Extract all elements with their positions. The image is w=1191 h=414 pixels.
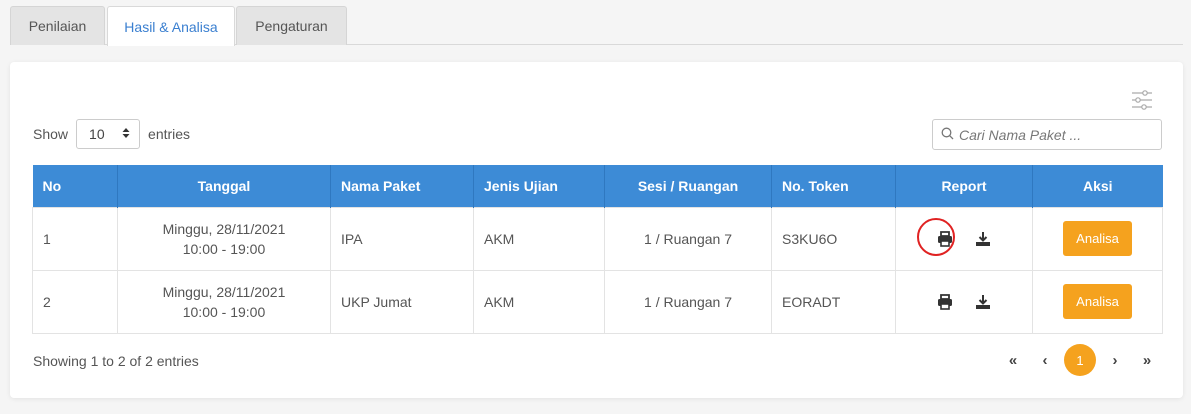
cell-aksi: Analisa — [1032, 206, 1163, 271]
table-row: 2 Minggu, 28/11/2021 10:00 - 19:00 UKP J… — [32, 269, 1163, 334]
download-icon[interactable] — [974, 293, 992, 311]
tab-hasil-analisa[interactable]: Hasil & Analisa — [107, 6, 235, 46]
cell-token: EORADT — [771, 269, 896, 334]
cell-no: 2 — [32, 269, 118, 334]
page-1-button[interactable]: 1 — [1064, 344, 1096, 376]
cell-nama-paket: UKP Jumat — [330, 269, 474, 334]
entries-select[interactable]: 10 — [76, 119, 141, 149]
entries-label: entries — [148, 126, 191, 142]
header-aksi: Aksi — [1032, 165, 1163, 207]
tab-bar: Penilaian Hasil & Analisa Pengaturan — [10, 6, 1183, 46]
sliders-icon[interactable] — [1130, 89, 1154, 111]
results-table: No Tanggal Nama Paket Jenis Ujian Sesi /… — [32, 165, 1163, 334]
analisa-button[interactable]: Analisa — [1063, 284, 1132, 319]
print-wrapper — [917, 218, 962, 257]
cell-date: Minggu, 28/11/2021 — [162, 283, 286, 300]
search-input[interactable] — [959, 126, 1154, 143]
header-no[interactable]: No — [32, 165, 118, 207]
show-label: Show — [33, 126, 69, 142]
search-icon — [941, 127, 954, 143]
cell-sesi-ruangan: 1 / Ruangan 7 — [604, 269, 772, 334]
cell-jenis-ujian: AKM — [473, 269, 605, 334]
cell-token: S3KU6O — [771, 206, 896, 271]
cell-tanggal: Minggu, 28/11/2021 10:00 - 19:00 — [117, 206, 331, 271]
entries-length-control: Show 10 entries — [33, 119, 190, 149]
cell-time: 10:00 - 19:00 — [182, 240, 266, 257]
tab-pengaturan[interactable]: Pengaturan — [236, 6, 347, 45]
tab-penilaian[interactable]: Penilaian — [10, 6, 105, 45]
results-card: Show 10 entries No Tanggal Nama Paket Je… — [10, 62, 1183, 398]
cell-sesi-ruangan: 1 / Ruangan 7 — [604, 206, 772, 271]
header-report: Report — [895, 165, 1033, 207]
cell-nama-paket: IPA — [330, 206, 474, 271]
prev-page-button[interactable]: ‹ — [1032, 347, 1058, 373]
printer-icon[interactable] — [936, 230, 954, 248]
cell-report — [895, 206, 1033, 271]
first-page-button[interactable]: « — [1000, 347, 1026, 373]
download-icon[interactable] — [974, 230, 992, 248]
sort-icon — [122, 126, 130, 142]
cell-date: Minggu, 28/11/2021 — [162, 220, 286, 237]
analisa-button[interactable]: Analisa — [1063, 221, 1132, 256]
table-row: 1 Minggu, 28/11/2021 10:00 - 19:00 IPA A… — [32, 206, 1163, 271]
cell-time: 10:00 - 19:00 — [182, 303, 266, 320]
header-sesi-ruangan[interactable]: Sesi / Ruangan — [604, 165, 772, 207]
table-header-row: No Tanggal Nama Paket Jenis Ujian Sesi /… — [32, 165, 1163, 207]
table-info: Showing 1 to 2 of 2 entries — [33, 353, 199, 369]
printer-icon[interactable] — [936, 293, 954, 311]
header-nama-paket[interactable]: Nama Paket — [330, 165, 474, 207]
cell-no: 1 — [32, 206, 118, 271]
cell-tanggal: Minggu, 28/11/2021 10:00 - 19:00 — [117, 269, 331, 334]
last-page-button[interactable]: » — [1134, 347, 1160, 373]
cell-jenis-ujian: AKM — [473, 206, 605, 271]
cell-report — [895, 269, 1033, 334]
header-jenis-ujian[interactable]: Jenis Ujian — [473, 165, 605, 207]
entries-value: 10 — [89, 126, 105, 142]
search-box — [932, 119, 1162, 150]
cell-aksi: Analisa — [1032, 269, 1163, 334]
next-page-button[interactable]: › — [1102, 347, 1128, 373]
header-tanggal[interactable]: Tanggal — [117, 165, 331, 207]
header-no-token[interactable]: No. Token — [771, 165, 896, 207]
pagination: « ‹ 1 › » — [1000, 343, 1160, 377]
